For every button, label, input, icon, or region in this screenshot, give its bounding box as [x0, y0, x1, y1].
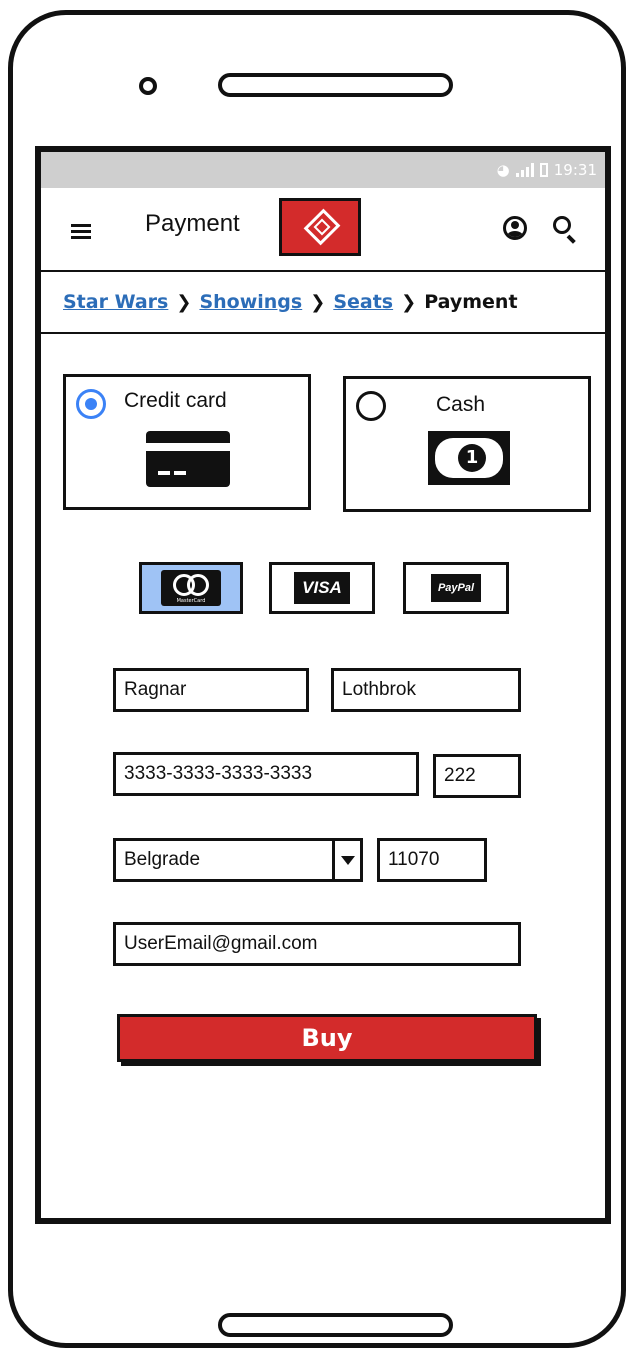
payment-option-credit-card[interactable]: Credit card: [63, 374, 311, 510]
breadcrumb: Star Wars ❯ Showings ❯ Seats ❯ Payment: [41, 272, 605, 334]
mastercard-icon: MasterCard: [161, 570, 221, 606]
breadcrumb-link-star-wars[interactable]: Star Wars: [63, 291, 168, 313]
brand-visa[interactable]: VISA: [269, 562, 375, 614]
credit-card-label: Credit card: [124, 389, 227, 412]
visa-icon: VISA: [294, 572, 350, 604]
chevron-right-icon: ❯: [310, 291, 326, 313]
breadcrumb-link-showings[interactable]: Showings: [199, 291, 302, 313]
ticket-icon: [279, 198, 361, 256]
menu-icon[interactable]: [71, 224, 91, 239]
cash-label: Cash: [436, 393, 486, 416]
brand-mastercard[interactable]: MasterCard: [139, 562, 243, 614]
speaker: [218, 73, 453, 97]
payment-option-cash[interactable]: Cash 1: [343, 376, 591, 512]
brand-paypal[interactable]: PayPal: [403, 562, 509, 614]
battery-icon: [539, 163, 548, 177]
home-button[interactable]: [218, 1313, 453, 1337]
chevron-right-icon: ❯: [401, 291, 417, 313]
credit-card-icon: [146, 431, 230, 487]
buy-button[interactable]: Buy: [117, 1014, 537, 1062]
status-time: 19:31: [553, 161, 597, 179]
first-name-field[interactable]: Ragnar: [113, 668, 309, 712]
breadcrumb-link-seats[interactable]: Seats: [333, 291, 393, 313]
email-field[interactable]: UserEmail@gmail.com: [113, 922, 521, 966]
city-select[interactable]: Belgrade: [113, 838, 363, 882]
wifi-icon: ◕: [496, 161, 510, 179]
app-bar: Payment: [41, 188, 605, 272]
account-icon[interactable]: [503, 216, 527, 240]
card-number-field[interactable]: 3333-3333-3333-3333: [113, 752, 419, 796]
cvv-field[interactable]: 222: [433, 754, 521, 798]
last-name-field[interactable]: Lothbrok: [331, 668, 521, 712]
chevron-down-icon[interactable]: [332, 841, 360, 879]
page-title: Payment: [145, 210, 240, 237]
signal-icon: [515, 163, 534, 177]
camera: [139, 77, 157, 95]
search-icon[interactable]: [553, 216, 579, 244]
cash-icon: 1: [428, 431, 510, 485]
zip-field[interactable]: 11070: [377, 838, 487, 882]
city-select-value: Belgrade: [124, 849, 201, 870]
chevron-right-icon: ❯: [176, 291, 192, 313]
screen: ◕ 19:31 Payment Star Wars ❯ Showings ❯ S…: [35, 146, 611, 1224]
paypal-icon: PayPal: [430, 574, 482, 602]
breadcrumb-current: Payment: [424, 291, 518, 313]
cash-coin-text: 1: [458, 444, 486, 472]
radio-cash[interactable]: [356, 391, 386, 421]
radio-credit-card[interactable]: [76, 389, 106, 419]
status-bar: ◕ 19:31: [41, 152, 605, 188]
